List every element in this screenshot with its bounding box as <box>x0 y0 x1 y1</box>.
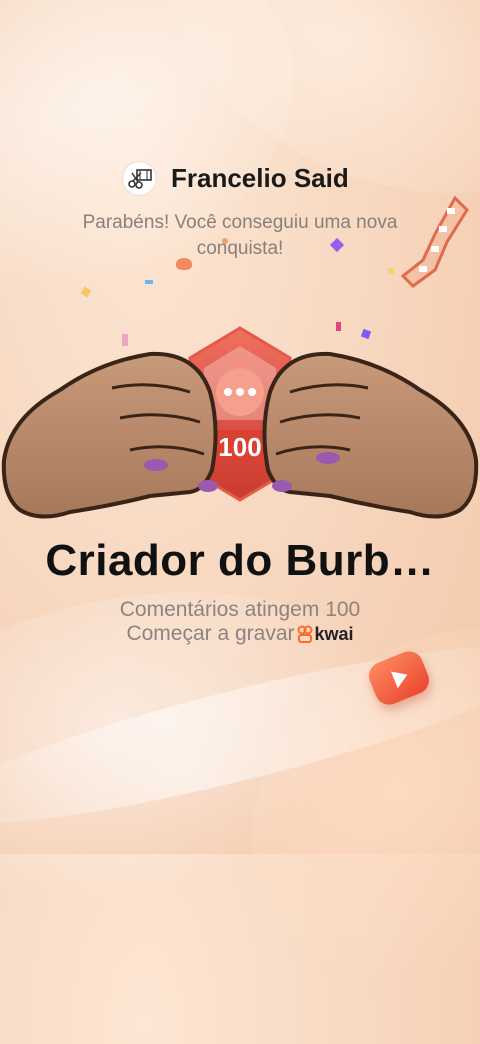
confetti <box>80 286 92 298</box>
user-name: Francelio Said <box>171 162 349 193</box>
play-icon <box>390 666 411 689</box>
achievement-title: Criador do Burb… <box>45 536 435 585</box>
congrats-message: Parabéns! Você conseguiu uma nova conqui… <box>82 212 398 259</box>
badge-number: 100 <box>218 432 261 462</box>
kwai-logo-icon <box>297 625 313 643</box>
play-button[interactable] <box>364 647 434 709</box>
achievement-description: Comentários atingem 100 <box>119 598 361 621</box>
kwai-brand-text: kwai <box>314 623 354 644</box>
heart-hands-badge-illustration: 100 <box>1 326 479 519</box>
left-hand <box>1 351 218 519</box>
scissors-film-icon <box>127 169 152 189</box>
right-hand <box>262 351 479 519</box>
user-header: Francelio Said <box>122 158 349 198</box>
record-label: Começar a gravar <box>126 622 295 645</box>
kwai-logo: kwai <box>297 624 354 645</box>
avatar[interactable] <box>122 160 157 196</box>
confetti <box>145 280 153 284</box>
confetti <box>388 268 394 274</box>
record-prompt[interactable]: Começar a gravar kwai <box>0 622 480 646</box>
achievement-badge: 100 <box>0 300 480 540</box>
